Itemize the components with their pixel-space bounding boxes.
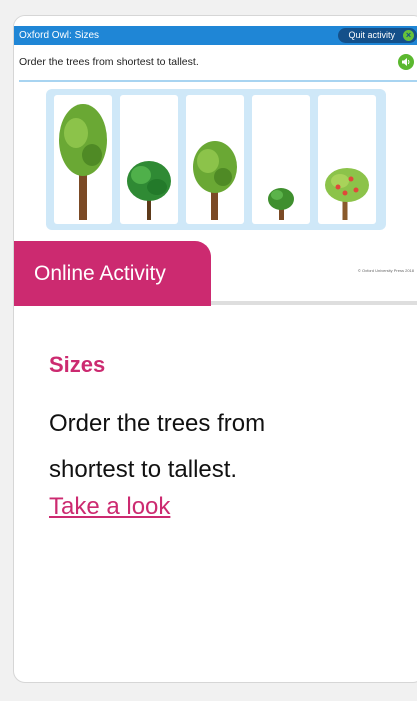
medium-tree-icon [193, 141, 237, 220]
divider-line [19, 80, 417, 82]
activity-app-title: Oxford Owl: Sizes [19, 30, 100, 41]
card-description: Order the trees from shortest to tallest… [49, 410, 266, 483]
small-tree-icon [268, 188, 294, 220]
tree-slot-4[interactable] [252, 95, 310, 224]
tree-slot-5[interactable] [318, 95, 376, 224]
activity-instruction: Order the trees from shortest to tallest… [19, 56, 199, 68]
tree-slot-1[interactable] [54, 95, 112, 224]
quit-activity-label: Quit activity [348, 30, 395, 40]
tree-slot-3[interactable] [186, 95, 244, 224]
quit-activity-button[interactable]: Quit activity × [338, 28, 417, 43]
activity-card[interactable]: Oxford Owl: Sizes Quit activity × Order … [13, 15, 417, 683]
card-content: Sizes Order the trees from shortest to t… [49, 354, 349, 521]
take-a-look-link[interactable]: Take a look [49, 493, 170, 521]
copyright-note: © Oxford University Press 2018 [357, 268, 414, 273]
tree-frame [46, 89, 386, 230]
preview-divider [211, 301, 417, 305]
card-heading: Sizes [49, 352, 106, 377]
apple-tree-icon [325, 168, 369, 220]
activity-topbar: Oxford Owl: Sizes Quit activity × [14, 26, 417, 45]
short-bushy-tree-icon [127, 161, 171, 220]
tree-slot-2[interactable] [120, 95, 178, 224]
online-activity-badge: Online Activity [14, 241, 211, 306]
close-icon: × [403, 30, 414, 41]
activity-preview[interactable]: Oxford Owl: Sizes Quit activity × Order … [14, 16, 417, 306]
speaker-icon[interactable] [398, 54, 414, 70]
tall-tree-icon [59, 104, 107, 220]
